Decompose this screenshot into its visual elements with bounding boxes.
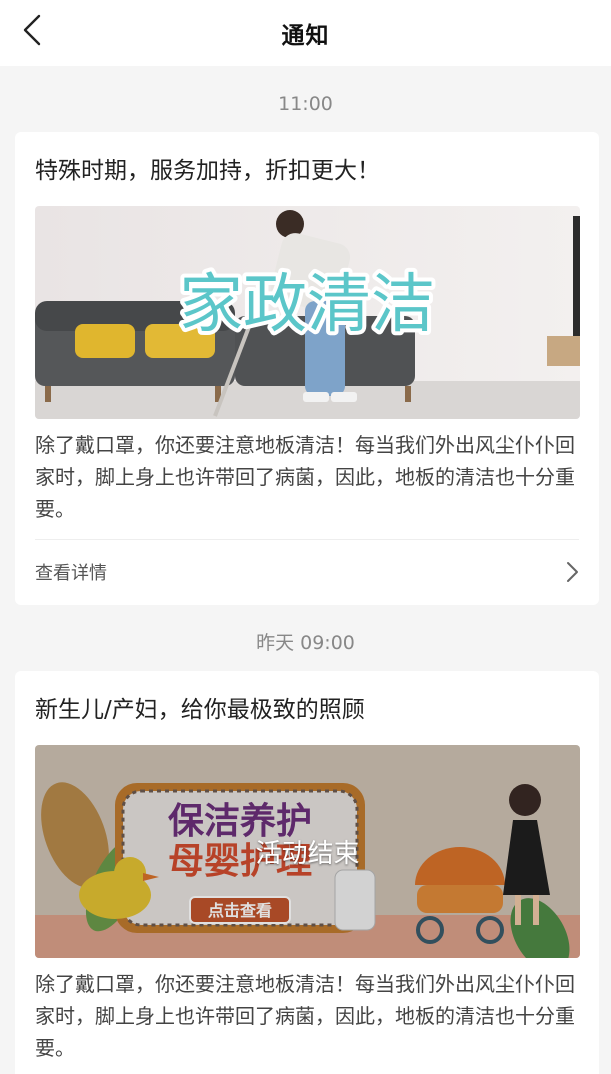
view-details-label: 查看详情 bbox=[35, 563, 107, 584]
cleaning-illustration: 家政清洁 家政清洁 bbox=[35, 206, 580, 419]
banner-title: 家政清洁 bbox=[179, 268, 435, 342]
page-title: 通知 bbox=[281, 23, 330, 49]
chevron-left-icon bbox=[23, 14, 41, 46]
notification-title: 特殊时期，服务加持，折扣更大！ bbox=[35, 158, 380, 184]
notification-page: 通知 11:00 特殊时期，服务加持，折扣更大！ 家政清洁 家政清洁 除了戴口罩… bbox=[0, 0, 611, 1074]
view-details-link[interactable]: 查看详情 bbox=[35, 540, 579, 604]
chevron-right-icon bbox=[567, 562, 578, 582]
notification-card[interactable]: 特殊时期，服务加持，折扣更大！ 家政清洁 家政清洁 除了戴口罩，你还要注意地板清… bbox=[15, 132, 599, 605]
notification-list: 11:00 特殊时期，服务加持，折扣更大！ 家政清洁 家政清洁 除了戴口罩，你还… bbox=[0, 91, 611, 1074]
banner-image-maternity[interactable]: 保洁养护 母婴护理 点击查看 活动结束 bbox=[35, 745, 580, 958]
nav-bar: 通知 bbox=[0, 0, 611, 66]
notification-body: 除了戴口罩，你还要注意地板清洁！每当我们外出风尘仆仆回家时，脚上身上也许带回了病… bbox=[35, 972, 575, 1060]
timestamp: 昨天 09:00 bbox=[256, 632, 355, 654]
notification-card[interactable]: 新生儿/产妇，给你最极致的照顾 保洁养护 母婴护理 点击查看 活动结束 除了戴口… bbox=[15, 671, 599, 1074]
timestamp: 11:00 bbox=[278, 93, 333, 115]
activity-ended-overlay: 活动结束 bbox=[35, 745, 580, 958]
back-button[interactable] bbox=[14, 12, 50, 48]
activity-ended-label: 活动结束 bbox=[255, 839, 360, 869]
notification-title: 新生儿/产妇，给你最极致的照顾 bbox=[35, 697, 365, 723]
notification-body: 除了戴口罩，你还要注意地板清洁！每当我们外出风尘仆仆回家时，脚上身上也许带回了病… bbox=[35, 433, 575, 521]
banner-image-cleaning[interactable]: 家政清洁 家政清洁 bbox=[35, 206, 580, 419]
